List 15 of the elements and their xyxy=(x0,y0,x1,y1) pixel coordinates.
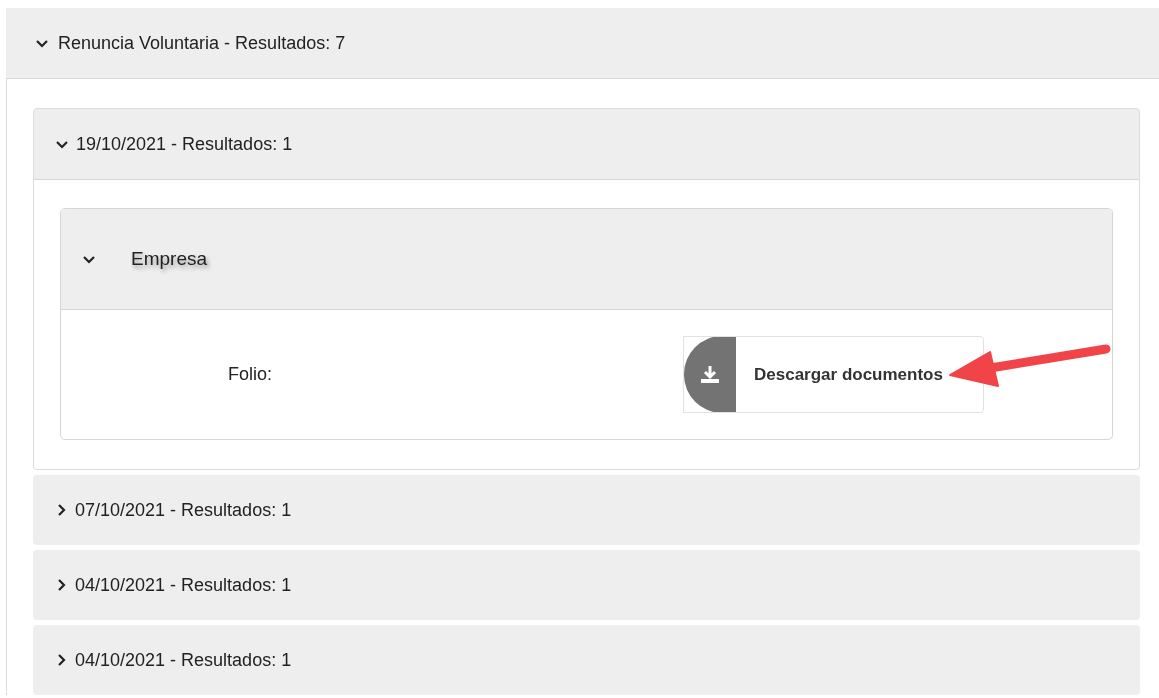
accordion-header[interactable]: Renuncia Voluntaria - Resultados: 7 xyxy=(6,8,1159,79)
accordion-title: 04/10/2021 - Resultados: 1 xyxy=(75,573,292,597)
download-icon xyxy=(684,337,736,412)
accordion-header[interactable]: 04/10/2021 - Resultados: 1 xyxy=(33,625,1140,695)
accordion-title: 07/10/2021 - Resultados: 1 xyxy=(75,498,292,522)
download-button[interactable]: Descargar documentos xyxy=(683,336,984,413)
accordion-title: 19/10/2021 - Resultados: 1 xyxy=(76,132,293,156)
accordion-title: Renuncia Voluntaria - Resultados: 7 xyxy=(58,31,346,55)
accordion-header[interactable]: Empresa xyxy=(61,209,1112,310)
accordion-title: 04/10/2021 - Resultados: 1 xyxy=(75,648,292,672)
accordion-header[interactable]: 19/10/2021 - Resultados: 1 xyxy=(34,109,1139,179)
accordion-header[interactable]: 04/10/2021 - Resultados: 1 xyxy=(33,550,1140,620)
accordion-title: Empresa xyxy=(131,246,208,271)
field-label: Folio: xyxy=(228,363,273,386)
accordion-header[interactable]: 07/10/2021 - Resultados: 1 xyxy=(33,475,1140,545)
